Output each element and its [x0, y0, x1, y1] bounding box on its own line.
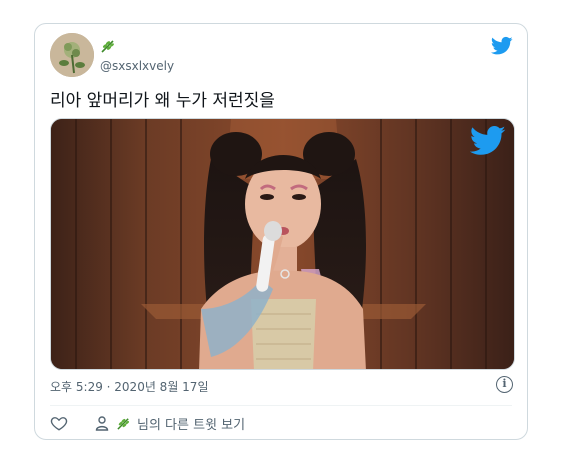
twitter-bird-icon — [470, 126, 506, 155]
tweet-actions: 님의 다른 트윗 보기 — [50, 412, 245, 434]
avatar[interactable] — [50, 33, 94, 77]
tweet-embed-card: @sxsxlxvely 리아 앞머리가 왜 누가 저런짓을 오후 5:29 · … — [34, 23, 528, 440]
more-tweets-link[interactable]: 님의 다른 트윗 보기 — [137, 414, 245, 433]
heart-icon[interactable] — [50, 414, 68, 432]
twitter-bird-icon[interactable] — [491, 36, 513, 56]
tweet-timestamp[interactable]: 오후 5:29 · 2020년 8월 17일 — [50, 378, 208, 395]
herb-icon — [101, 40, 114, 53]
user-handle[interactable]: @sxsxlxvely — [100, 59, 174, 73]
info-icon[interactable]: i — [496, 376, 513, 393]
display-name[interactable] — [100, 38, 116, 54]
divider — [50, 405, 512, 406]
tweet-text: 리아 앞머리가 왜 누가 저런짓을 — [50, 91, 275, 111]
tweet-media[interactable] — [50, 118, 515, 370]
herb-icon — [117, 417, 129, 430]
person-icon[interactable] — [94, 415, 110, 431]
